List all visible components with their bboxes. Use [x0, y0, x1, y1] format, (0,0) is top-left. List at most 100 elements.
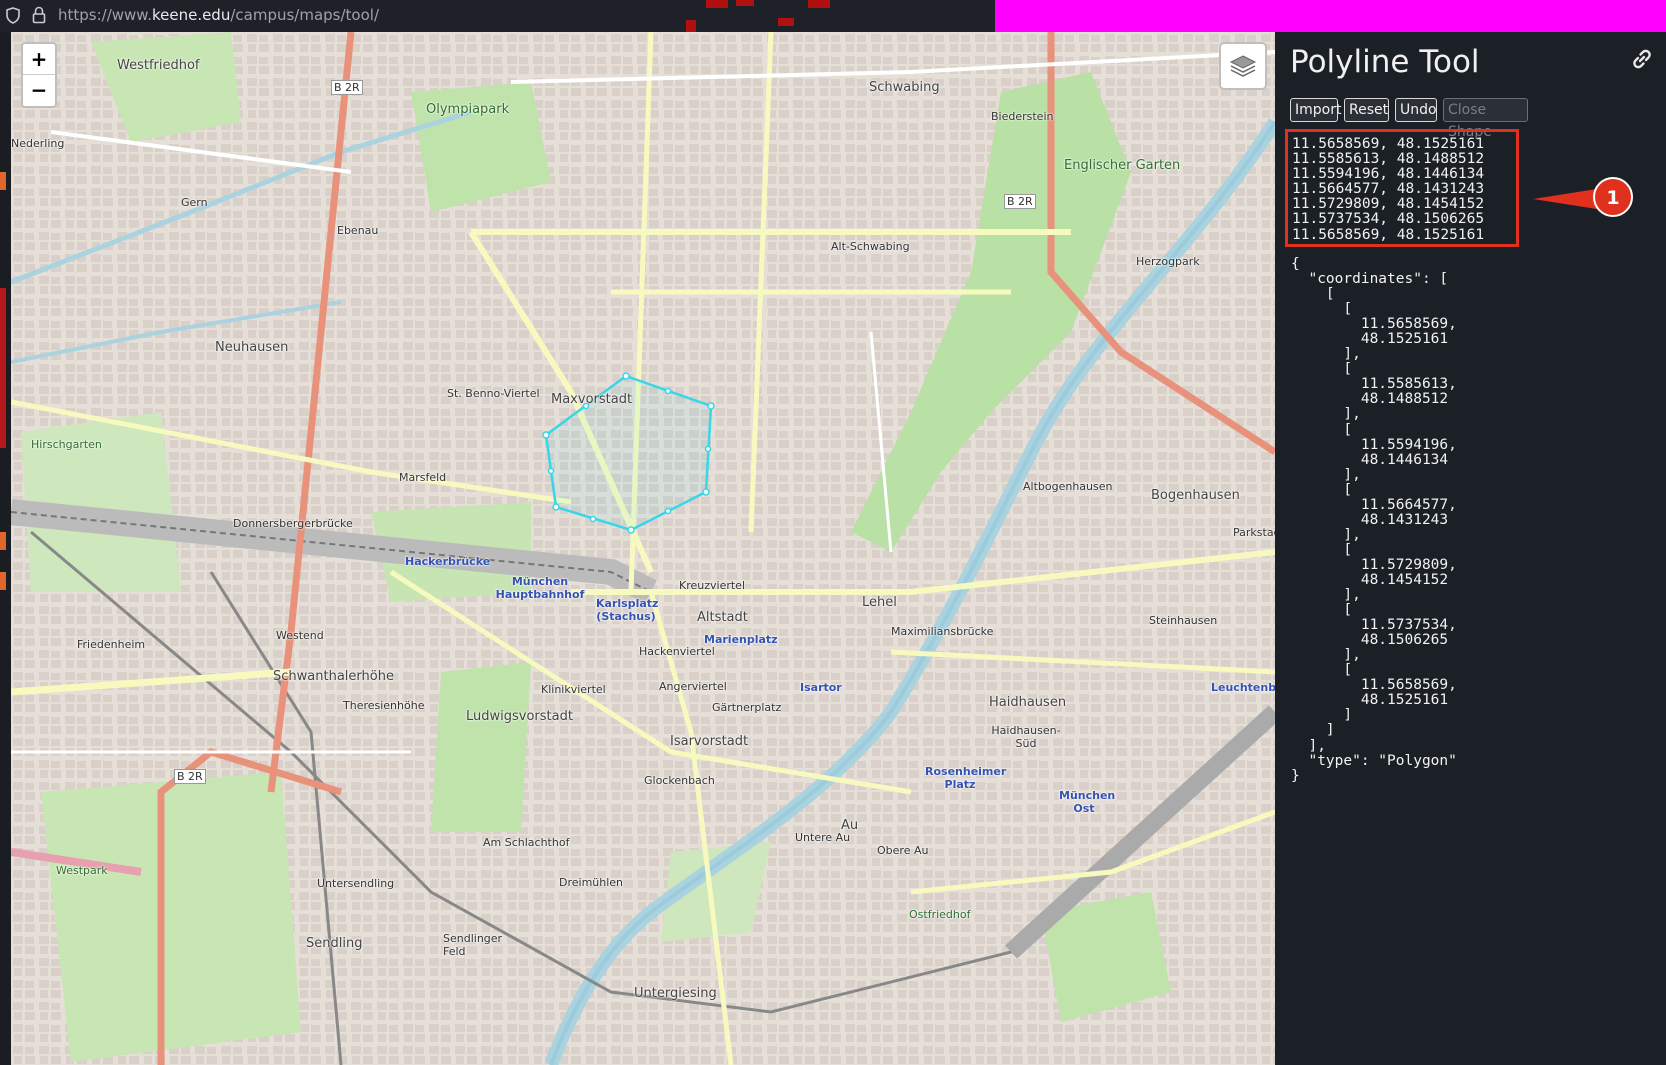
- map-label: Am Schlachthof: [483, 836, 570, 849]
- map-label: Westend: [276, 629, 324, 642]
- map-label: Karlsplatz (Stachus): [596, 597, 659, 623]
- map-label: München Hauptbahnhof: [495, 575, 585, 601]
- edge-mark: [0, 532, 6, 550]
- map-label: Parkstadt: [1233, 526, 1275, 539]
- map-label: München Ost: [1059, 789, 1116, 815]
- url-text[interactable]: https://www.keene.edu/campus/maps/tool/: [58, 6, 379, 24]
- map-label: Haidhausen-Süd: [991, 724, 1061, 750]
- map-label: Westpark: [56, 864, 108, 877]
- callout-arrow: [1533, 188, 1603, 210]
- callout-number: 1: [1606, 187, 1619, 209]
- map-label: Glockenbach: [644, 774, 715, 787]
- map-label: Hackenviertel: [639, 645, 715, 658]
- map-label: Marienplatz: [704, 633, 778, 646]
- map-label: Biederstein: [991, 110, 1054, 123]
- annotation-callout: 1: [1533, 177, 1633, 217]
- zoom-control: + −: [21, 42, 57, 108]
- layers-icon: [1229, 55, 1257, 77]
- map-label: Haidhausen: [989, 695, 1067, 710]
- map-label: Lehel: [862, 595, 897, 610]
- coordinate-line: 11.5729809, 48.1454152: [1292, 196, 1485, 213]
- map-label: Obere Au: [877, 844, 929, 857]
- map-label: Ebenau: [337, 224, 379, 237]
- map-label: Kreuzviertel: [679, 579, 745, 592]
- coordinate-line: 11.5664577, 48.1431243: [1292, 181, 1485, 198]
- map-label: Ludwigsvorstadt: [466, 709, 573, 724]
- import-button[interactable]: Import: [1290, 98, 1341, 122]
- panel-title: Polyline Tool: [1290, 44, 1480, 80]
- map-label: Isartor: [800, 681, 842, 694]
- browser-url-bar: https://www.keene.edu/campus/maps/tool/: [0, 0, 1666, 32]
- map-label: Rosenheimer Platz: [925, 765, 1007, 791]
- map-tiles: [11, 32, 1275, 1065]
- map-canvas[interactable]: Westfriedhof Olympiapark Schwabing Biede…: [11, 32, 1275, 1065]
- map-label: Englischer Garten: [1064, 158, 1181, 173]
- map-label: Alt-Schwabing: [831, 240, 910, 253]
- coordinate-line: 11.5658569, 48.1525161: [1292, 136, 1485, 152]
- map-label: Sendling: [306, 936, 363, 951]
- coordinates-textbox[interactable]: 11.5658569, 48.1525161 11.5585613, 48.14…: [1285, 129, 1519, 247]
- edge-mark: [0, 172, 6, 190]
- map-label: Schwabing: [869, 80, 940, 95]
- map-label: Gärtnerplatz: [712, 701, 782, 714]
- map-label: Dreimühlen: [559, 876, 624, 889]
- render-glitch: [686, 20, 696, 32]
- map-label: Schwanthalerhöhe: [273, 669, 394, 684]
- coordinate-line: 11.5658569, 48.1525161: [1292, 226, 1485, 243]
- render-glitch: [808, 0, 830, 8]
- coordinate-line: 11.5737534, 48.1506265: [1292, 211, 1485, 228]
- edge-mark: [0, 572, 6, 590]
- layers-button[interactable]: [1219, 42, 1267, 90]
- map-label: Maximiliansbrücke: [891, 625, 994, 638]
- render-glitch: [706, 0, 728, 8]
- map-label: Olympiapark: [426, 102, 510, 117]
- url-path: /campus/maps/tool/: [230, 6, 379, 24]
- map-label: Angerviertel: [659, 680, 727, 693]
- road-shield: B 2R: [174, 769, 206, 784]
- map-label: Bogenhausen: [1151, 488, 1240, 503]
- map-label: Nederling: [11, 137, 65, 150]
- undo-button[interactable]: Undo: [1395, 98, 1437, 122]
- edge-mark: [0, 288, 6, 448]
- geojson-output: { "coordinates": [ [ [ 11.5658569, 48.15…: [1291, 256, 1457, 784]
- left-edge-strip: [0, 32, 11, 1065]
- map-label: Untersendling: [317, 877, 395, 890]
- map-label: Sendlinger Feld: [443, 932, 503, 958]
- zoom-in-button[interactable]: +: [23, 44, 55, 74]
- zoom-out-button[interactable]: −: [23, 75, 55, 105]
- magenta-bar: [995, 0, 1666, 32]
- map-label: Ostfriedhof: [909, 908, 971, 921]
- map-label: Theresienhöhe: [343, 699, 425, 712]
- map-label: Altbogenhausen: [1023, 480, 1113, 493]
- render-glitch: [736, 0, 754, 6]
- coordinate-line: 11.5585613, 48.1488512: [1292, 151, 1485, 168]
- map-label: Leuchtenberg: [1211, 681, 1275, 694]
- close-shape-button: Close Shape: [1443, 98, 1528, 140]
- map-label: Neuhausen: [215, 340, 289, 355]
- url-prefix: https://www.: [58, 6, 152, 24]
- map-label: Altstadt: [697, 610, 748, 625]
- url-domain: keene.edu: [151, 6, 231, 24]
- road-shield: B 2R: [331, 80, 363, 95]
- map-label: Steinhausen: [1149, 614, 1218, 627]
- map-label: Klinikviertel: [541, 683, 606, 696]
- reset-button[interactable]: Reset: [1344, 98, 1389, 122]
- road-shield: B 2R: [1004, 194, 1036, 209]
- link-icon[interactable]: [1631, 48, 1653, 70]
- map-label: Untergiesing: [634, 986, 717, 1001]
- map-label: Marsfeld: [399, 471, 447, 484]
- map-label: Herzogpark: [1136, 255, 1200, 268]
- map-label: Hackerbrücke: [405, 555, 491, 568]
- map-label: Hirschgarten: [31, 438, 102, 451]
- coordinate-line: 11.5594196, 48.1446134: [1292, 166, 1485, 183]
- map-label: Westfriedhof: [117, 58, 200, 73]
- map-label: Friedenheim: [77, 638, 146, 651]
- map-label: Gern: [181, 196, 208, 209]
- shield-icon: [6, 7, 20, 24]
- map-label: Au: [841, 818, 859, 833]
- render-glitch: [778, 18, 794, 26]
- map-label: Isarvorstadt: [670, 734, 749, 749]
- lock-icon: [32, 6, 46, 24]
- map-label: Maxvorstadt: [551, 392, 633, 407]
- map-label: Donnersbergerbrücke: [233, 517, 353, 530]
